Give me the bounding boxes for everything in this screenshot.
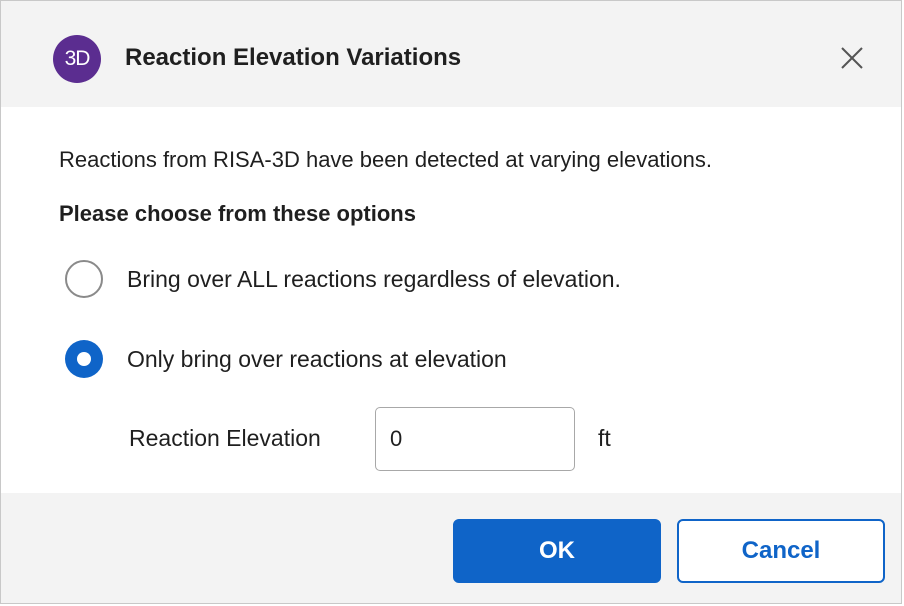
risa-3d-app-icon: 3D — [53, 35, 101, 83]
cancel-button[interactable]: Cancel — [677, 519, 885, 583]
reaction-elevation-label: Reaction Elevation — [129, 425, 321, 451]
radio-reactions-at-elevation[interactable] — [65, 340, 103, 378]
reaction-elevation-dialog: 3D Reaction Elevation Variations Reactio… — [0, 0, 902, 604]
detection-message: Reactions from RISA-3D have been detecte… — [59, 147, 713, 172]
reaction-elevation-input[interactable] — [375, 407, 575, 471]
option-all-reactions[interactable]: Bring over ALL reactions regardless of e… — [65, 257, 621, 301]
close-icon — [841, 47, 863, 69]
option-reactions-at-elevation[interactable]: Only bring over reactions at elevation — [65, 337, 507, 381]
radio-all-reactions[interactable] — [65, 260, 103, 298]
options-prompt: Please choose from these options — [59, 201, 416, 226]
elevation-unit-label: ft — [598, 425, 611, 451]
dialog-title: Reaction Elevation Variations — [125, 44, 462, 71]
option-reactions-at-elevation-label: Only bring over reactions at elevation — [127, 345, 507, 372]
ok-button[interactable]: OK — [453, 519, 661, 583]
option-all-reactions-label: Bring over ALL reactions regardless of e… — [127, 265, 621, 292]
close-button[interactable] — [833, 39, 871, 77]
title-bar: 3D Reaction Elevation Variations — [1, 1, 901, 107]
